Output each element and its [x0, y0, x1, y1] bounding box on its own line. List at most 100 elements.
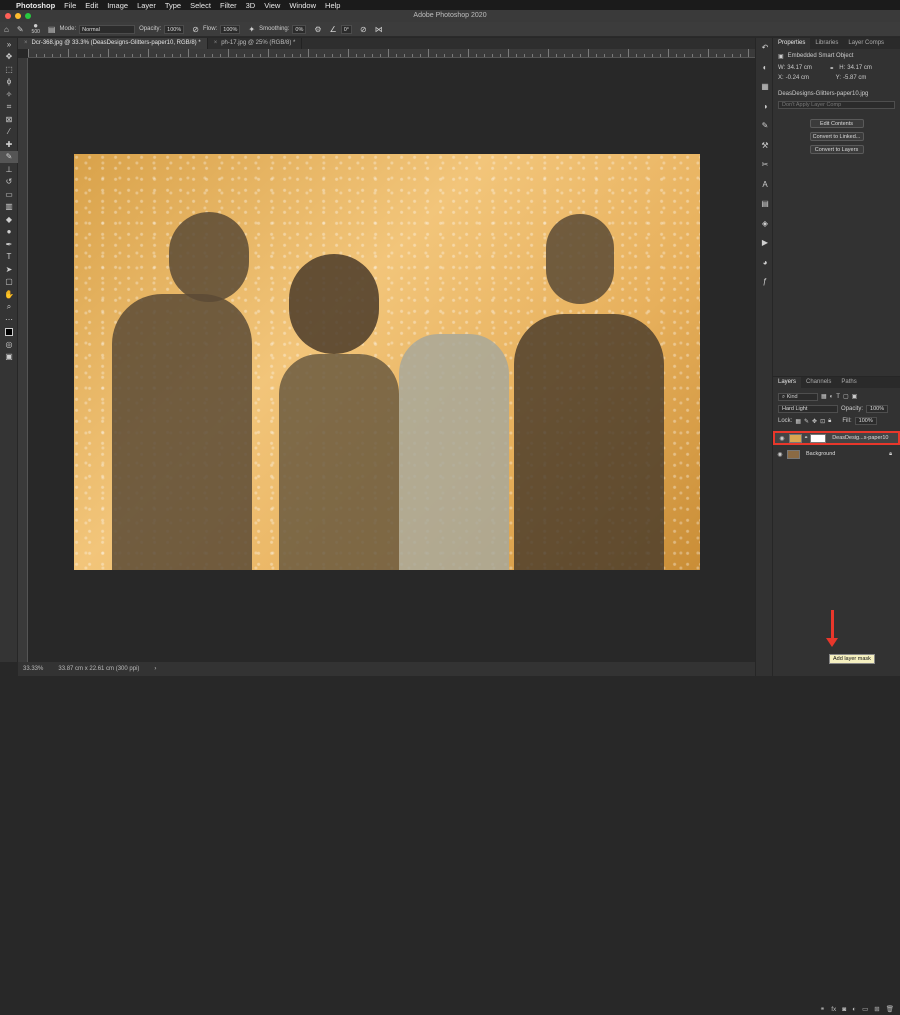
clone-stamp-tool-icon[interactable]: ⊥: [0, 163, 18, 176]
menu-type[interactable]: Type: [165, 1, 181, 10]
lock-all-icon[interactable]: 🔒︎: [828, 418, 831, 425]
filter-type-icon[interactable]: T: [836, 394, 840, 400]
history-brush-tool-icon[interactable]: ↺: [0, 176, 18, 189]
doc-tab-dcr-368[interactable]: × Dcr-368.jpg @ 33.3% (DeasDesigns-Glitte…: [18, 38, 208, 49]
eraser-tool-icon[interactable]: ▭: [0, 188, 18, 201]
tool-presets-icon[interactable]: ⚒: [756, 136, 774, 156]
collapse-tools-icon[interactable]: »: [0, 38, 18, 51]
y-field[interactable]: -5.87 cm: [843, 75, 866, 81]
fill-field[interactable]: 100%: [854, 417, 877, 425]
menu-file[interactable]: File: [64, 1, 76, 10]
edit-toolbar-icon[interactable]: ⋯: [0, 313, 18, 326]
airbrush-icon[interactable]: ✦: [248, 25, 255, 34]
tab-paths[interactable]: Paths: [836, 377, 861, 388]
close-tab-icon[interactable]: ×: [214, 40, 218, 46]
layer-row-background[interactable]: ◉ Background 🔒︎: [773, 447, 900, 461]
link-layers-icon[interactable]: ⚭: [820, 1005, 825, 1013]
app-menu-photoshop[interactable]: Photoshop: [16, 1, 55, 10]
menu-window[interactable]: Window: [289, 1, 316, 10]
visibility-eye-icon[interactable]: ◉: [775, 435, 789, 442]
dodge-tool-icon[interactable]: ●: [0, 226, 18, 239]
paths-panel-icon[interactable]: ✂: [756, 155, 774, 175]
lock-icon[interactable]: 🔒︎: [889, 451, 892, 458]
status-arrow-icon[interactable]: ›: [154, 666, 156, 672]
screen-mode-icon[interactable]: ▣: [0, 351, 18, 364]
horizontal-ruler[interactable]: [28, 49, 755, 58]
hand-tool-icon[interactable]: ✋: [0, 288, 18, 301]
tab-layer-comps[interactable]: Layer Comps: [843, 38, 889, 49]
menu-select[interactable]: Select: [190, 1, 211, 10]
styles-panel-icon[interactable]: ◕: [756, 253, 774, 273]
frame-tool-icon[interactable]: ⊠: [0, 113, 18, 126]
height-field[interactable]: 34.17 cm: [847, 65, 872, 71]
quick-mask-icon[interactable]: ◎: [0, 338, 18, 351]
lock-position-icon[interactable]: ✥: [812, 418, 817, 425]
quick-select-tool-icon[interactable]: ✧: [0, 88, 18, 101]
home-icon[interactable]: ⌂: [4, 25, 9, 34]
brush-panel-icon[interactable]: ✎: [756, 116, 774, 136]
menu-view[interactable]: View: [264, 1, 280, 10]
tab-layers[interactable]: Layers: [773, 377, 802, 388]
x-field[interactable]: -0.24 cm: [786, 75, 834, 81]
pressure-size-icon[interactable]: ⊘: [360, 25, 367, 34]
glyphs-panel-icon[interactable]: ƒ: [756, 272, 774, 292]
link-icon[interactable]: ⚭: [829, 65, 837, 72]
filter-pixel-icon[interactable]: ▦: [821, 393, 827, 400]
filter-adjust-icon[interactable]: ◐: [830, 394, 834, 400]
menu-help[interactable]: Help: [325, 1, 340, 10]
angle-field[interactable]: 0°: [340, 24, 352, 34]
filter-shape-icon[interactable]: ▢: [843, 393, 849, 400]
layer-opacity-field[interactable]: 100%: [866, 405, 889, 413]
flow-field[interactable]: 100%: [220, 24, 241, 34]
foreground-background-colors[interactable]: [0, 326, 18, 339]
document-size[interactable]: 33.87 cm x 22.61 cm (300 ppi): [58, 666, 139, 672]
filter-smart-icon[interactable]: ▣: [852, 393, 858, 400]
symmetry-icon[interactable]: ⋈: [375, 25, 383, 34]
lock-paint-icon[interactable]: ✎: [804, 418, 809, 425]
blend-mode-select[interactable]: Hard Light: [778, 405, 838, 413]
convert-to-layers-button[interactable]: Convert to Layers: [809, 145, 864, 154]
tab-properties[interactable]: Properties: [773, 38, 811, 49]
layer-name[interactable]: DeasDesig...s-paper10: [832, 435, 888, 441]
tab-libraries[interactable]: Libraries: [810, 38, 843, 49]
layer-style-icon[interactable]: fx: [831, 1006, 836, 1013]
angle-icon[interactable]: ∠: [330, 25, 337, 34]
history-panel-icon[interactable]: ↶: [756, 38, 774, 58]
document-image[interactable]: [74, 154, 700, 570]
delete-layer-icon[interactable]: 🗑︎: [886, 1005, 894, 1013]
gradient-tool-icon[interactable]: ▥: [0, 201, 18, 214]
width-field[interactable]: 34.17 cm: [787, 65, 827, 71]
add-layer-mask-button[interactable]: ◙: [842, 1006, 846, 1013]
new-group-icon[interactable]: ▭: [862, 1005, 868, 1013]
mode-select[interactable]: Normal: [79, 24, 136, 34]
layer-filter-kind[interactable]: ⌕ Kind: [778, 392, 818, 401]
tab-channels[interactable]: Channels: [801, 377, 836, 388]
menu-image[interactable]: Image: [107, 1, 128, 10]
lock-pixels-icon[interactable]: ▦: [795, 418, 801, 425]
shape-tool-icon[interactable]: ▢: [0, 276, 18, 289]
adjustments-panel-icon[interactable]: ◑: [756, 97, 774, 117]
zoom-level[interactable]: 33.33%: [23, 666, 43, 672]
close-window-button[interactable]: [5, 13, 11, 19]
path-select-tool-icon[interactable]: ➤: [0, 263, 18, 276]
menu-3d[interactable]: 3D: [246, 1, 256, 10]
brush-tool-preset-icon[interactable]: ✎: [17, 25, 24, 34]
brush-tool-icon[interactable]: ✎: [0, 150, 18, 163]
crop-tool-icon[interactable]: ⌗: [0, 101, 18, 114]
blur-tool-icon[interactable]: ◆: [0, 213, 18, 226]
brush-size-picker[interactable]: ● 500: [32, 22, 40, 36]
color-panel-icon[interactable]: ◐: [756, 58, 774, 78]
visibility-eye-icon[interactable]: ◉: [773, 451, 787, 458]
type-tool-icon[interactable]: T: [0, 251, 18, 264]
foreground-color-swatch[interactable]: [5, 327, 13, 336]
opacity-field[interactable]: 100%: [164, 24, 185, 34]
brush-settings-icon[interactable]: ▤: [48, 25, 56, 34]
menu-layer[interactable]: Layer: [137, 1, 156, 10]
eyedropper-tool-icon[interactable]: ⁄: [0, 126, 18, 139]
canvas-area[interactable]: [28, 58, 755, 662]
swatches-panel-icon[interactable]: ▦: [756, 77, 774, 97]
smoothing-field[interactable]: 0%: [292, 24, 307, 34]
pen-tool-icon[interactable]: ✒: [0, 238, 18, 251]
convert-to-linked-button[interactable]: Convert to Linked...: [809, 132, 864, 141]
minimize-window-button[interactable]: [15, 13, 21, 19]
